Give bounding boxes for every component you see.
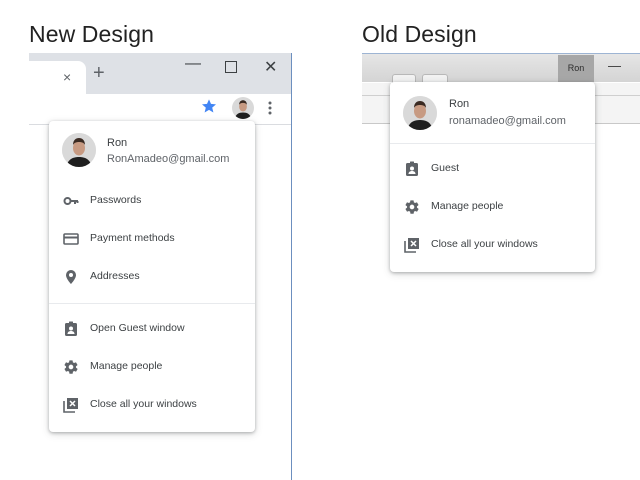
maximize-button[interactable] (225, 61, 237, 73)
profile-button[interactable]: Ron (558, 55, 594, 82)
menu-item-open-guest-window[interactable]: Open Guest window (49, 314, 255, 344)
close-windows-icon (63, 397, 79, 413)
title-bar: Ron — (362, 53, 640, 87)
key-icon (63, 193, 79, 209)
tab-close-icon[interactable]: × (63, 69, 71, 85)
location-pin-icon (63, 269, 79, 285)
profile-name: Ron (449, 98, 470, 110)
menu-item-manage-people[interactable]: Manage people (49, 352, 255, 382)
menu-item-label: Open Guest window (90, 322, 185, 334)
avatar (62, 133, 96, 167)
gear-icon (404, 199, 420, 215)
divider (390, 143, 595, 144)
menu-item-label: Manage people (90, 360, 163, 372)
guest-badge-icon (404, 161, 420, 177)
new-profile-menu: Ron RonAmadeo@gmail.com Passwords Paymen… (49, 121, 255, 432)
avatar (403, 96, 437, 130)
profile-email: RonAmadeo@gmail.com (107, 153, 230, 165)
gear-icon (63, 359, 79, 375)
menu-item-label: Manage people (431, 200, 504, 212)
menu-item-label: Addresses (90, 270, 140, 282)
divider (49, 303, 255, 304)
menu-item-guest[interactable]: Guest (390, 154, 595, 184)
menu-item-passwords[interactable]: Passwords (49, 186, 255, 216)
menu-item-label: Close all your windows (431, 238, 538, 250)
menu-item-payment-methods[interactable]: Payment methods (49, 224, 255, 254)
guest-badge-icon (63, 321, 79, 337)
minimize-button[interactable]: — (185, 55, 201, 73)
new-tab-button[interactable]: + (93, 63, 105, 83)
tab-strip: × + — ✕ (29, 53, 291, 94)
close-window-button[interactable]: ✕ (264, 57, 277, 77)
menu-item-close-all-windows[interactable]: Close all your windows (49, 390, 255, 420)
new-design-heading: New Design (29, 21, 154, 47)
old-design-heading: Old Design (362, 21, 477, 47)
menu-item-label: Close all your windows (90, 398, 197, 410)
browser-tab[interactable]: × (29, 61, 86, 94)
profile-name: Ron (107, 137, 128, 149)
close-windows-icon (404, 237, 420, 253)
menu-item-close-all-windows[interactable]: Close all your windows (390, 230, 595, 260)
profile-email: ronamadeo@gmail.com (449, 115, 566, 127)
credit-card-icon (63, 231, 79, 247)
old-profile-menu: Ron ronamadeo@gmail.com Guest Manage peo… (390, 82, 595, 272)
bookmark-star-icon[interactable] (201, 98, 217, 119)
profile-avatar-button[interactable] (232, 97, 254, 119)
menu-item-label: Guest (431, 162, 460, 174)
menu-item-addresses[interactable]: Addresses (49, 262, 255, 292)
menu-item-label: Passwords (90, 194, 142, 206)
menu-item-manage-people[interactable]: Manage people (390, 192, 595, 222)
minimize-button[interactable]: — (608, 58, 621, 73)
menu-item-label: Payment methods (90, 232, 175, 244)
more-vert-icon[interactable] (267, 100, 273, 121)
